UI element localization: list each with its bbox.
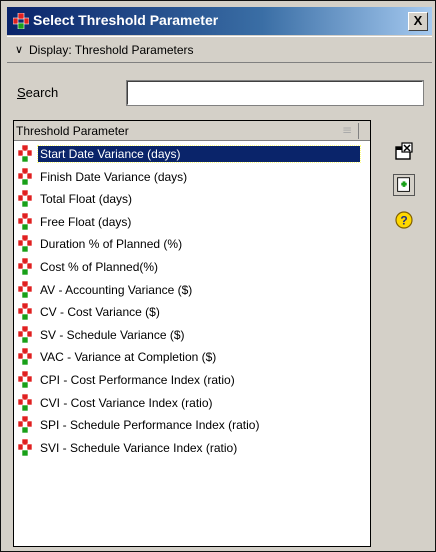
list-item-label: CPI - Cost Performance Index (ratio): [40, 372, 235, 387]
list-item[interactable]: CVI - Cost Variance Index (ratio): [14, 391, 370, 414]
svg-text:?: ?: [400, 214, 407, 228]
threshold-parameter-icon: [18, 325, 32, 343]
close-button[interactable]: X: [408, 12, 428, 31]
threshold-parameter-icon: [18, 212, 32, 230]
chevron-down-icon: ∨: [15, 43, 24, 56]
list-item-label: Cost % of Planned(%): [40, 259, 159, 274]
list-item-label: SV - Schedule Variance ($): [40, 327, 185, 342]
threshold-parameter-icon: [18, 370, 32, 388]
list-item-label: AV - Accounting Variance ($): [40, 282, 193, 297]
select-icon[interactable]: [393, 140, 415, 162]
column-header-label: Threshold Parameter: [16, 124, 129, 138]
list-item[interactable]: SV - Schedule Variance ($): [14, 323, 370, 346]
list-item[interactable]: CPI - Cost Performance Index (ratio): [14, 368, 370, 391]
list-item[interactable]: Finish Date Variance (days): [14, 165, 370, 188]
title-bar[interactable]: Select Threshold Parameter X: [7, 7, 432, 35]
threshold-parameter-icon: [18, 145, 32, 162]
column-resize-handle[interactable]: [358, 123, 369, 139]
list-item-label: Free Float (days): [40, 214, 132, 229]
list-item-label: CVI - Cost Variance Index (ratio): [40, 395, 213, 410]
list-item[interactable]: Total Float (days): [14, 187, 370, 210]
threshold-parameter-icon: [18, 235, 32, 253]
add-icon[interactable]: [393, 174, 415, 196]
threshold-parameter-icon: [13, 13, 29, 29]
list-item[interactable]: Duration % of Planned (%): [14, 232, 370, 255]
list-item[interactable]: CV - Cost Variance ($): [14, 300, 370, 323]
list-item-label: CV - Cost Variance ($): [40, 305, 160, 320]
threshold-parameter-icon: [18, 416, 32, 434]
threshold-parameter-icon: [18, 167, 32, 185]
column-header[interactable]: Threshold Parameter ≡: [14, 121, 370, 141]
list-item-label: Duration % of Planned (%): [40, 237, 183, 252]
search-input[interactable]: [126, 80, 424, 106]
list-item[interactable]: AV - Accounting Variance ($): [14, 278, 370, 301]
list-rows: Start Date Variance (days) Finish Date Va…: [14, 142, 370, 458]
threshold-parameter-icon: [18, 393, 32, 411]
threshold-parameter-icon: [18, 303, 32, 321]
list-item-label: Total Float (days): [40, 192, 133, 207]
threshold-parameter-icon: [18, 280, 32, 298]
screenshot-frame: Select Threshold Parameter X ∨ Display: …: [0, 0, 436, 552]
dialog-window: Select Threshold Parameter X ∨ Display: …: [7, 7, 432, 547]
list-item-label: SVI - Schedule Variance Index (ratio): [40, 440, 238, 455]
threshold-parameter-icon: [18, 348, 32, 366]
threshold-parameter-icon: [18, 190, 32, 208]
list-item[interactable]: SVI - Schedule Variance Index (ratio): [14, 436, 370, 459]
threshold-parameter-icon: [18, 438, 32, 456]
threshold-parameter-icon: [18, 257, 32, 275]
list-item[interactable]: Free Float (days): [14, 210, 370, 233]
display-toggle[interactable]: ∨ Display: Threshold Parameters: [7, 36, 432, 63]
column-menu-icon[interactable]: ≡: [342, 124, 352, 136]
search-row: Search: [7, 65, 432, 119]
list-item[interactable]: VAC - Variance at Completion ($): [14, 345, 370, 368]
display-label: Display: Threshold Parameters: [29, 43, 194, 57]
list-item-label: VAC - Variance at Completion ($): [40, 350, 217, 365]
list-item-label: Finish Date Variance (days): [40, 169, 188, 184]
list-item[interactable]: Cost % of Planned(%): [14, 255, 370, 278]
search-label: Search: [17, 85, 59, 100]
list-item[interactable]: Start Date Variance (days): [14, 142, 370, 165]
help-icon[interactable]: ?: [393, 209, 415, 231]
window-title: Select Threshold Parameter: [33, 12, 219, 28]
list-item-label: SPI - Schedule Performance Index (ratio): [40, 418, 260, 433]
list-item[interactable]: SPI - Schedule Performance Index (ratio): [14, 413, 370, 436]
threshold-parameter-list: Threshold Parameter ≡ Start Date Varianc…: [13, 120, 371, 547]
list-item-label: Start Date Variance (days): [37, 145, 361, 163]
